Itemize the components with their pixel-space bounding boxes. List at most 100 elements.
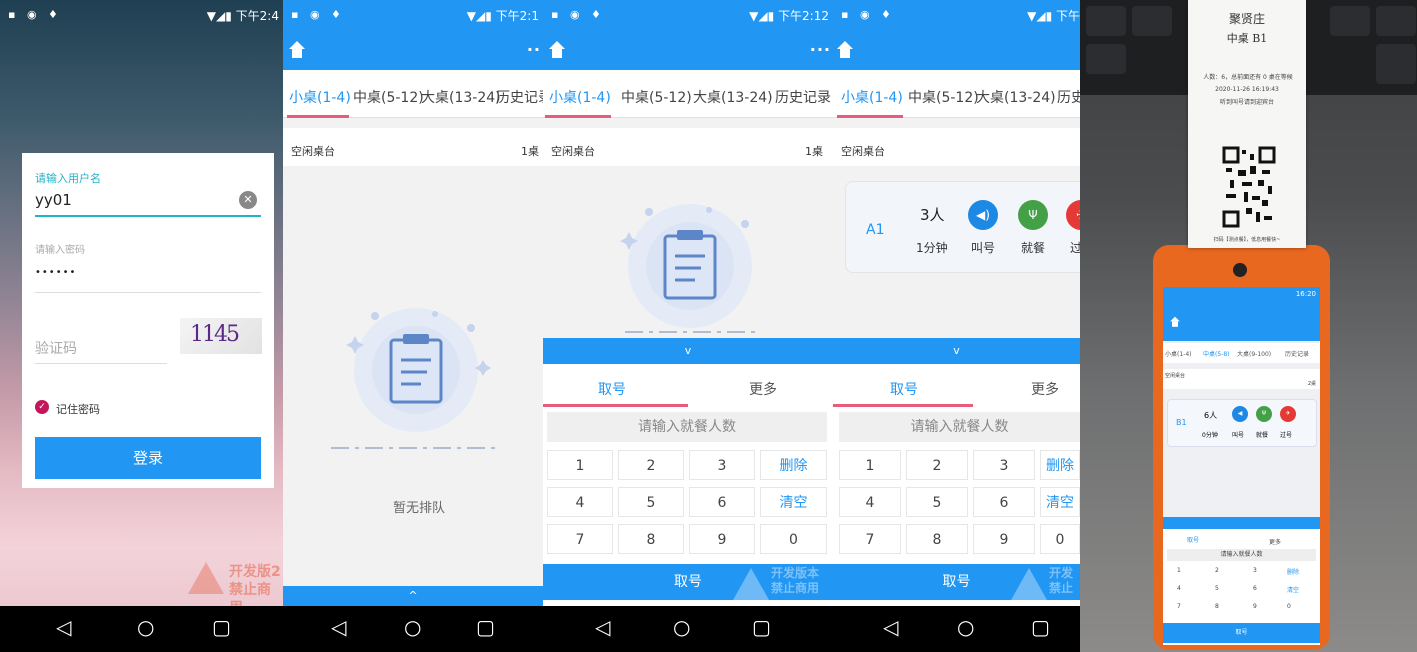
key-1[interactable]: 1: [547, 450, 613, 480]
key-5[interactable]: 5: [618, 487, 684, 517]
status-time: 下午2:4: [235, 9, 279, 23]
home-circle-icon[interactable]: ○: [957, 614, 974, 640]
key-delete[interactable]: 删除: [760, 450, 827, 480]
home-icon[interactable]: [549, 41, 565, 59]
tab-large[interactable]: 大桌(13-24): [693, 87, 773, 107]
device-free-count: 2桌: [1307, 381, 1316, 387]
username-input[interactable]: yy01 ✕: [35, 189, 261, 217]
tab-take-number[interactable]: 取号: [598, 379, 626, 399]
android-nav-bar: ◁ ○ ▢: [283, 606, 543, 652]
notification-icons: ▪ ◉ ♦: [841, 8, 895, 21]
tab-history[interactable]: 历史记录: [1057, 87, 1080, 107]
free-tables-row: 空闲桌台 1桌: [283, 128, 543, 166]
recents-icon[interactable]: ▢: [1031, 614, 1050, 640]
more-icon[interactable]: ..: [527, 36, 541, 55]
status-bar: ▪ ◉ ♦ ▼◢▮ 下午: [833, 0, 1080, 30]
call-icon[interactable]: ◀): [968, 200, 998, 230]
key-9[interactable]: 9: [973, 524, 1035, 554]
key-3[interactable]: 3: [973, 450, 1035, 480]
captcha-input[interactable]: 验证码: [35, 328, 167, 364]
tab-small[interactable]: 小桌(1-4): [289, 87, 351, 107]
tab-history[interactable]: 历史记录: [775, 87, 831, 107]
key-delete[interactable]: 删除: [1040, 450, 1080, 480]
key-7[interactable]: 7: [547, 524, 613, 554]
tab-more[interactable]: 更多: [749, 379, 777, 399]
back-icon[interactable]: ◁: [56, 614, 71, 640]
key-8[interactable]: 8: [618, 524, 684, 554]
key-8[interactable]: 8: [906, 524, 968, 554]
free-tables-label: 空闲桌台: [291, 145, 335, 158]
key-6[interactable]: 6: [689, 487, 755, 517]
device-call-icon: ◀: [1232, 406, 1248, 422]
collapse-bar[interactable]: v: [543, 338, 833, 364]
key-2[interactable]: 2: [618, 450, 684, 480]
app-header: ...: [543, 30, 833, 70]
tab-more[interactable]: 更多: [1031, 379, 1059, 399]
device-key-4: 4: [1177, 585, 1181, 592]
collapse-bar[interactable]: v: [833, 338, 1080, 364]
key-2[interactable]: 2: [906, 450, 968, 480]
tab-large[interactable]: 大桌(13-24): [421, 87, 501, 107]
tab-large[interactable]: 大桌(13-24): [976, 87, 1056, 107]
tab-medium[interactable]: 中桌(5-12): [353, 87, 424, 107]
tab-small[interactable]: 小桌(1-4): [549, 87, 611, 107]
party-size-input[interactable]: 请输入就餐人数: [839, 412, 1080, 442]
back-icon[interactable]: ◁: [883, 614, 898, 640]
home-icon[interactable]: [837, 41, 853, 59]
recents-icon[interactable]: ▢: [752, 614, 771, 640]
clear-input-icon[interactable]: ✕: [239, 191, 257, 209]
key-5[interactable]: 5: [906, 487, 968, 517]
tab-small[interactable]: 小桌(1-4): [841, 87, 903, 107]
warning-icon: [188, 562, 224, 594]
device-key-clear: 清空: [1287, 587, 1300, 594]
key-0[interactable]: 0: [1040, 524, 1080, 554]
key-4[interactable]: 4: [547, 487, 613, 517]
key-1[interactable]: 1: [839, 450, 901, 480]
watermark-line2: 禁止: [1049, 581, 1074, 595]
dine-icon[interactable]: Ψ: [1018, 200, 1048, 230]
skip-icon[interactable]: ✈: [1066, 200, 1080, 230]
notification-icons: ▪ ◉ ♦: [551, 8, 605, 21]
free-tables-count: 1桌: [521, 145, 539, 158]
key-clear[interactable]: 清空: [760, 487, 827, 517]
key-6[interactable]: 6: [973, 487, 1035, 517]
key-clear[interactable]: 清空: [1040, 487, 1080, 517]
numpad-tabs: 取号 更多: [833, 364, 1080, 407]
remember-checkbox[interactable]: ✓: [35, 400, 49, 414]
device-tab-take: 取号: [1187, 537, 1200, 544]
key-4[interactable]: 4: [839, 487, 901, 517]
captcha-image[interactable]: 1145: [180, 318, 262, 354]
device-queue-people: 6人: [1204, 411, 1218, 420]
tab-medium[interactable]: 中桌(5-12): [621, 87, 692, 107]
tab-indicator: [287, 115, 349, 118]
password-input[interactable]: ••••••: [35, 261, 261, 293]
recents-icon[interactable]: ▢: [476, 614, 495, 640]
more-icon[interactable]: ...: [810, 36, 831, 55]
watermark: 开发版本 禁止商用: [771, 566, 819, 596]
receipt-table: 中桌 B1: [1226, 32, 1268, 45]
key-9[interactable]: 9: [689, 524, 755, 554]
party-size-input[interactable]: 请输入就餐人数: [547, 412, 827, 442]
panel-empty-queue: ▪ ◉ ♦ ▼◢▮ 下午2:1 .. 小桌(1-4) 中桌(5-12) 大桌(1…: [283, 0, 543, 652]
login-button[interactable]: 登录: [35, 437, 261, 479]
home-icon[interactable]: [289, 41, 305, 59]
expand-bar[interactable]: ^: [283, 586, 543, 606]
watermark-line1: 开发版2: [229, 564, 281, 580]
password-value: ••••••: [35, 267, 77, 278]
tab-take-number[interactable]: 取号: [890, 379, 918, 399]
numpad-tabs: 取号 更多: [543, 364, 833, 407]
empty-clipboard-illustration: [620, 204, 755, 333]
home-circle-icon[interactable]: ○: [404, 614, 421, 640]
tab-medium[interactable]: 中桌(5-12): [908, 87, 979, 107]
back-icon[interactable]: ◁: [331, 614, 346, 640]
key-3[interactable]: 3: [689, 450, 755, 480]
tab-history[interactable]: 历史记录: [496, 87, 543, 107]
device-key-3: 3: [1253, 567, 1257, 574]
key-0[interactable]: 0: [760, 524, 827, 554]
queue-card: A1 3人 1分钟 ◀) 叫号 Ψ 就餐 ✈ 过号: [845, 181, 1080, 273]
key-7[interactable]: 7: [839, 524, 901, 554]
home-circle-icon[interactable]: ○: [673, 614, 690, 640]
back-icon[interactable]: ◁: [595, 614, 610, 640]
recents-icon[interactable]: ▢: [212, 614, 231, 640]
home-circle-icon[interactable]: ○: [137, 614, 154, 640]
